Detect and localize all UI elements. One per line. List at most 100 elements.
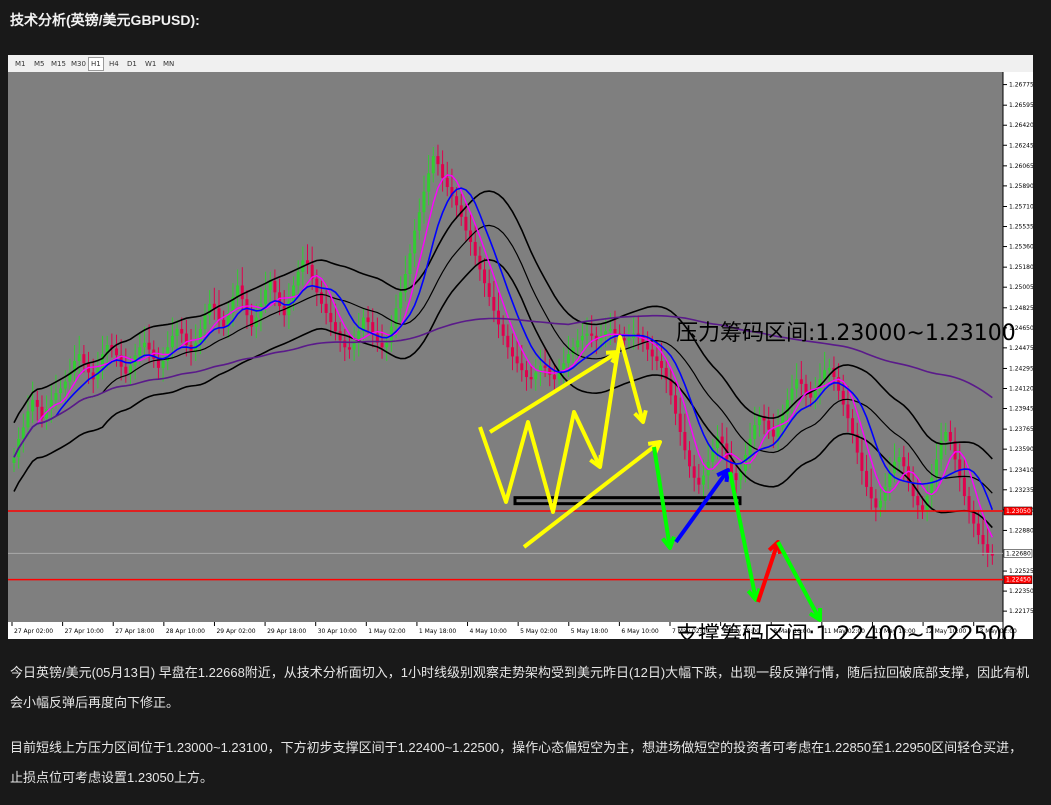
tf-button-m15[interactable]: M15	[48, 57, 69, 71]
y-tick-label: 1.24295	[1009, 365, 1033, 372]
y-tick-label: 1.22175	[1009, 608, 1033, 615]
candlestick-chart: 1.26775 1.26595 1.26420 1.26245 1.26065 1.258…	[8, 72, 1033, 639]
candle-body	[846, 404, 850, 419]
tf-button-h1[interactable]: H1	[88, 57, 104, 71]
support-annotation: 支撑筹码区间:1.22400~1.22500	[676, 623, 1016, 639]
timeframe-toolbar: M1 M5 M15 M30 H1 H4 D1 W1 MN	[8, 55, 1033, 73]
candle-body	[580, 335, 584, 341]
candle-body	[422, 191, 426, 213]
candle-body	[431, 156, 435, 174]
candle-body	[809, 393, 813, 398]
candle-body	[483, 269, 487, 284]
candle-body	[147, 342, 151, 350]
candle-body	[142, 342, 146, 348]
candle-body	[608, 328, 612, 332]
candle-body	[776, 427, 780, 437]
candle-body	[282, 306, 286, 316]
candle-body	[967, 496, 971, 513]
y-tick-label: 1.23590	[1009, 446, 1033, 453]
candle-body	[879, 500, 883, 508]
candle-body	[510, 347, 514, 357]
candle-body	[82, 354, 86, 364]
candle-body	[264, 290, 268, 304]
tf-button-m1[interactable]: M1	[12, 57, 29, 71]
x-tick-label: 27 Apr 10:00	[65, 628, 104, 635]
y-tick-label: 1.23945	[1009, 406, 1033, 413]
candle-body	[501, 324, 505, 336]
candle-body	[520, 363, 524, 371]
candle-body	[292, 285, 296, 302]
candle-body	[26, 411, 30, 428]
candle-body	[31, 399, 35, 412]
candle-body	[385, 342, 389, 348]
analysis-paragraph-1: 今日英镑/美元(05月13日) 早盘在1.22668附近，从技术分析面切入，1小…	[10, 665, 1030, 710]
y-tick-label: 1.22525	[1009, 568, 1033, 575]
y-tick-label: 1.26420	[1009, 122, 1033, 129]
candle-body	[948, 431, 952, 442]
candle-body	[972, 512, 976, 524]
candle-body	[352, 342, 356, 350]
y-tick-label: 1.26595	[1009, 102, 1033, 109]
candle-body	[54, 393, 58, 400]
candle-body	[455, 196, 459, 206]
x-tick-label: 4 May 10:00	[470, 628, 508, 635]
candle-body	[823, 370, 827, 380]
candle-body	[767, 420, 771, 430]
candle-body	[953, 441, 957, 460]
candle-body	[916, 496, 920, 506]
y-tick-label: 1.25360	[1009, 244, 1033, 251]
tf-button-w1[interactable]: W1	[142, 57, 159, 71]
candle-body	[124, 366, 128, 374]
tf-button-d1[interactable]: D1	[124, 57, 140, 71]
candle-body	[962, 477, 966, 497]
candle-body	[21, 427, 25, 439]
y-tick-label: 1.23410	[1009, 467, 1033, 474]
candle-body	[138, 347, 142, 356]
candle-body	[63, 381, 67, 389]
candle-body	[77, 354, 81, 362]
tf-button-mn[interactable]: MN	[160, 57, 177, 71]
candle-body	[585, 333, 589, 336]
candle-body	[683, 431, 687, 451]
candle-body	[529, 377, 533, 380]
x-tick-label: 5 May 18:00	[571, 628, 609, 635]
candle-body	[408, 253, 412, 275]
candle-body	[492, 296, 496, 311]
y-tick-label: 1.25180	[1009, 264, 1033, 271]
candle-body	[851, 418, 855, 435]
tf-button-h4[interactable]: H4	[106, 57, 122, 71]
x-tick-label: 6 May 10:00	[621, 628, 659, 635]
candle-body	[175, 328, 179, 336]
tf-button-m30[interactable]: M30	[68, 57, 89, 71]
candle-body	[660, 361, 664, 368]
candle-body	[799, 379, 803, 384]
candle-body	[566, 354, 570, 364]
candle-body	[883, 486, 887, 501]
y-tick-label: 1.22880	[1009, 527, 1033, 534]
candle-body	[417, 212, 421, 231]
candle-body	[324, 303, 328, 313]
x-tick-label: 5 May 02:00	[520, 628, 558, 635]
candle-body	[865, 470, 869, 487]
candle-body	[436, 156, 440, 165]
candle-body	[534, 372, 538, 380]
y-tick-label: 1.22350	[1009, 588, 1033, 595]
candle-body	[487, 283, 491, 297]
candle-body	[497, 310, 501, 325]
candle-body	[347, 347, 351, 350]
candle-body	[753, 425, 757, 439]
candle-body	[441, 164, 445, 178]
candle-body	[464, 216, 468, 231]
y-tick-label: 1.26065	[1009, 163, 1033, 170]
candle-body	[515, 356, 519, 364]
candle-body	[678, 413, 682, 432]
candle-body	[315, 278, 319, 293]
y-tick-label: 1.25005	[1009, 284, 1033, 291]
candle-body	[366, 317, 370, 323]
candle-body	[976, 523, 980, 536]
candle-body	[333, 322, 337, 332]
price-tag-label: 1.22680	[1006, 550, 1031, 557]
candle-body	[860, 452, 864, 471]
tf-button-m5[interactable]: M5	[31, 57, 48, 71]
candle-body	[576, 340, 580, 348]
